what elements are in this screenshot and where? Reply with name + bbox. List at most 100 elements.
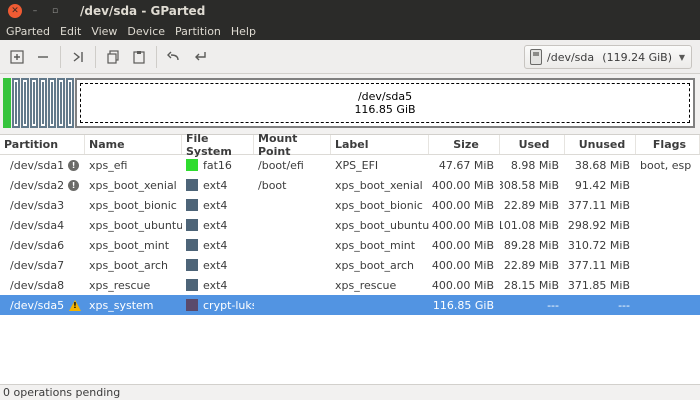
cell-file-system: fat16 [182, 155, 254, 175]
fs-label: crypt-luks [203, 298, 254, 312]
device-size: (119.24 GiB) [602, 50, 672, 64]
map-partition-size: 116.85 GiB [354, 103, 416, 116]
delete-icon [38, 55, 48, 58]
map-partition-sda4[interactable] [30, 78, 38, 128]
fs-color-swatch [186, 279, 198, 291]
device-selector[interactable]: /dev/sda (119.24 GiB) ▼ [524, 45, 692, 69]
fs-label: ext4 [203, 258, 228, 272]
cell-partition: /dev/sda4 [0, 215, 85, 235]
cell-flags [636, 295, 700, 315]
header-used[interactable]: Used [500, 135, 565, 154]
cell-label: xps_rescue [335, 278, 397, 292]
cell-name: xps_system [89, 298, 154, 312]
header-partition[interactable]: Partition [0, 135, 85, 154]
cell-flags: boot, esp [640, 158, 692, 172]
toolbar-separator [60, 45, 61, 68]
menu-view[interactable]: View [86, 25, 122, 38]
menu-partition[interactable]: Partition [170, 25, 226, 38]
cell-file-system: ext4 [182, 175, 254, 195]
cell-file-system: crypt-luks [182, 295, 254, 315]
cell-flags [636, 255, 700, 275]
undo-button[interactable] [161, 44, 187, 70]
minimize-icon[interactable]: – [28, 4, 42, 18]
menu-edit[interactable]: Edit [55, 25, 86, 38]
cell-flags [636, 235, 700, 255]
map-partition-sda5[interactable]: /dev/sda5 116.85 GiB [75, 78, 695, 128]
table-header: Partition Name File System Mount Point L… [0, 132, 700, 158]
header-mount-point[interactable]: Mount Point [254, 132, 331, 158]
table-row[interactable]: /dev/sda4 xps_boot_ubuntu ext4 xps_boot_ubu… [0, 215, 700, 235]
cell-flags [636, 175, 700, 195]
table-row[interactable]: /dev/sda2! xps_boot_xenial ext4/boot xps_bo… [0, 175, 700, 195]
partition-path: /dev/sda7 [10, 258, 65, 272]
fs-color-swatch [186, 239, 198, 251]
fs-label: ext4 [203, 198, 228, 212]
cell-label: xps_boot_xenial [335, 178, 423, 192]
header-flags[interactable]: Flags [636, 135, 700, 154]
cell-file-system: ext4 [182, 215, 254, 235]
cell-flags [636, 215, 700, 235]
cell-mount-point: /boot [258, 178, 287, 192]
header-size[interactable]: Size [429, 135, 500, 154]
map-partition-sda8[interactable] [57, 78, 65, 128]
cell-partition: /dev/sda5 [0, 295, 85, 315]
close-icon[interactable]: ✕ [8, 4, 22, 18]
cell-partition: /dev/sda1! [0, 155, 85, 175]
table-row[interactable]: /dev/sda3 xps_boot_bionic ext4 xps_boot_bio… [0, 195, 700, 215]
cell-name: xps_boot_bionic [89, 198, 177, 212]
map-partition-sda6[interactable] [39, 78, 47, 128]
toolbar-separator [95, 45, 96, 68]
cell-partition: /dev/sda2! [0, 175, 85, 195]
toolbar: /dev/sda (119.24 GiB) ▼ [0, 40, 700, 74]
status-bar: 0 operations pending [0, 384, 700, 400]
cell-used: 308.58 MiB [500, 178, 559, 192]
copy-button[interactable] [100, 44, 126, 70]
partition-path: /dev/sda5 [10, 298, 65, 312]
cell-file-system: ext4 [182, 195, 254, 215]
resize-move-button[interactable] [65, 44, 91, 70]
menu-device[interactable]: Device [122, 25, 170, 38]
cell-name: xps_boot_arch [89, 258, 169, 272]
cell-label: xps_boot_arch [335, 258, 415, 272]
cell-size: 400.00 MiB [431, 198, 494, 212]
table-row[interactable]: /dev/sda8 xps_rescue ext4 xps_rescue 400.00 … [0, 275, 700, 295]
table-row[interactable]: /dev/sda5 xps_system crypt-luks 116.85 GiB -… [0, 295, 700, 315]
table-row[interactable]: /dev/sda6 xps_boot_mint ext4 xps_boot_mint 4… [0, 235, 700, 255]
header-label[interactable]: Label [331, 135, 429, 154]
map-partition-sda7[interactable] [48, 78, 56, 128]
table-row[interactable]: /dev/sda7 xps_boot_arch ext4 xps_boot_arch 4… [0, 255, 700, 275]
map-partition-sda1[interactable] [3, 78, 11, 128]
cell-flags [636, 275, 700, 295]
map-partition-sda3[interactable] [21, 78, 29, 128]
menu-gparted[interactable]: GParted [0, 25, 55, 38]
cell-file-system: ext4 [182, 275, 254, 295]
menu-help[interactable]: Help [226, 25, 261, 38]
map-partition-extra[interactable] [66, 78, 74, 128]
table-row[interactable]: /dev/sda1! xps_efi fat16/boot/efi XPS_EFI 47… [0, 155, 700, 175]
cell-size: 400.00 MiB [431, 218, 494, 232]
cell-size: 400.00 MiB [431, 258, 494, 272]
cell-mount-point [254, 255, 331, 275]
fs-color-swatch [186, 299, 198, 311]
paste-icon [133, 50, 145, 64]
warning-icon [69, 299, 82, 311]
cell-label [331, 295, 429, 315]
fs-label: ext4 [203, 218, 228, 232]
map-partition-sda2[interactable] [12, 78, 20, 128]
disk-icon [530, 49, 542, 65]
cell-unused: 377.11 MiB [567, 198, 630, 212]
cell-mount-point: /boot/efi [258, 158, 304, 172]
header-name[interactable]: Name [85, 135, 182, 154]
maximize-icon[interactable]: ▫ [48, 4, 62, 18]
partition-path: /dev/sda6 [10, 238, 65, 252]
fs-color-swatch [186, 199, 198, 211]
new-partition-button[interactable] [4, 44, 30, 70]
cell-mount-point [254, 235, 331, 255]
partition-path: /dev/sda4 [10, 218, 65, 232]
header-file-system[interactable]: File System [182, 132, 254, 158]
delete-partition-button[interactable] [30, 44, 56, 70]
apply-button[interactable] [187, 44, 213, 70]
cell-name: xps_efi [89, 158, 128, 172]
paste-button[interactable] [126, 44, 152, 70]
header-unused[interactable]: Unused [565, 135, 636, 154]
